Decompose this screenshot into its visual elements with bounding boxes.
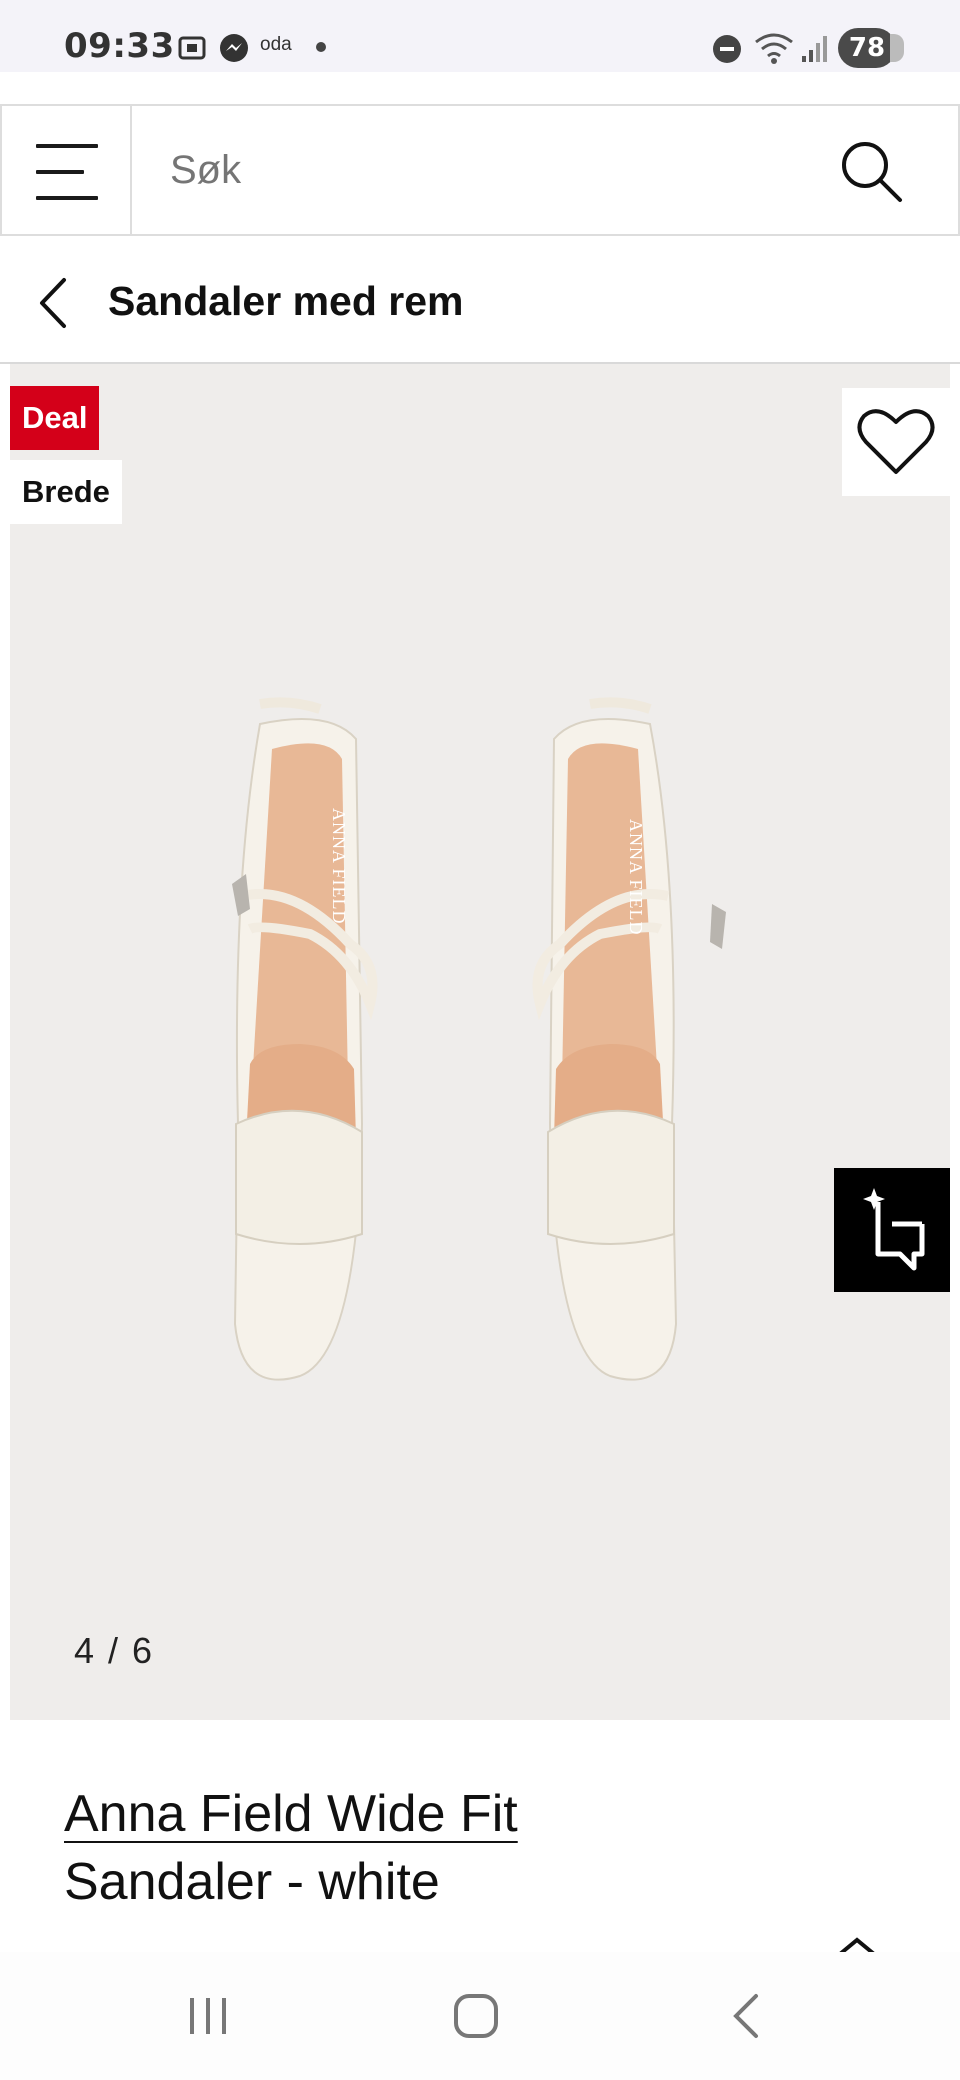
- page-title[interactable]: Sandaler med rem: [108, 278, 464, 325]
- menu-icon-bar: [36, 170, 84, 174]
- menu-icon: [36, 144, 98, 148]
- heart-icon: [857, 409, 935, 474]
- status-app-label: oda: [260, 34, 292, 55]
- back-icon[interactable]: [36, 276, 72, 330]
- search-input[interactable]: [170, 142, 810, 198]
- product-gallery[interactable]: ANNA FIELD ANNA FIELD Deal Brede 4 / 6: [10, 364, 950, 1720]
- messenger-icon: [220, 34, 248, 62]
- left-sandal: ANNA FIELD: [232, 697, 378, 1381]
- brand-print-left: ANNA FIELD: [329, 808, 349, 925]
- home-icon[interactable]: [452, 1992, 500, 2040]
- product-image: ANNA FIELD ANNA FIELD: [232, 697, 726, 1381]
- product-title: Anna Field Wide Fit Sandaler - white: [64, 1780, 924, 1916]
- system-nav-bar: [0, 1952, 960, 2080]
- favorite-button[interactable]: [842, 388, 950, 496]
- search-bar: [0, 104, 960, 236]
- breadcrumb: Sandaler med rem: [0, 238, 960, 364]
- product-name: Sandaler - white: [64, 1853, 440, 1911]
- status-time: 09:33: [64, 26, 175, 66]
- signal-icon: [802, 36, 827, 62]
- menu-icon-bar: [36, 196, 98, 200]
- ai-assistant-button[interactable]: [834, 1168, 950, 1292]
- notification-dot: [316, 42, 326, 52]
- right-sandal: ANNA FIELD: [532, 697, 726, 1381]
- battery-indicator: 78: [838, 28, 904, 68]
- menu-button[interactable]: [0, 106, 132, 234]
- status-bar: 09:33 oda 78: [0, 0, 960, 72]
- screenshot-icon: [178, 36, 206, 60]
- wide-fit-badge: Brede: [10, 460, 122, 524]
- product-brand-link[interactable]: Anna Field Wide Fit: [64, 1780, 924, 1848]
- search-icon[interactable]: [838, 138, 904, 204]
- dnd-icon: [713, 35, 741, 63]
- image-counter: 4 / 6: [74, 1630, 155, 1671]
- sparkle-chat-icon: [863, 1188, 925, 1271]
- brand-print-right: ANNA FIELD: [626, 819, 646, 936]
- recent-apps-icon[interactable]: [184, 1992, 232, 2040]
- wifi-icon: [755, 33, 793, 64]
- deal-badge: Deal: [10, 386, 100, 450]
- back-nav-icon[interactable]: [726, 1992, 766, 2040]
